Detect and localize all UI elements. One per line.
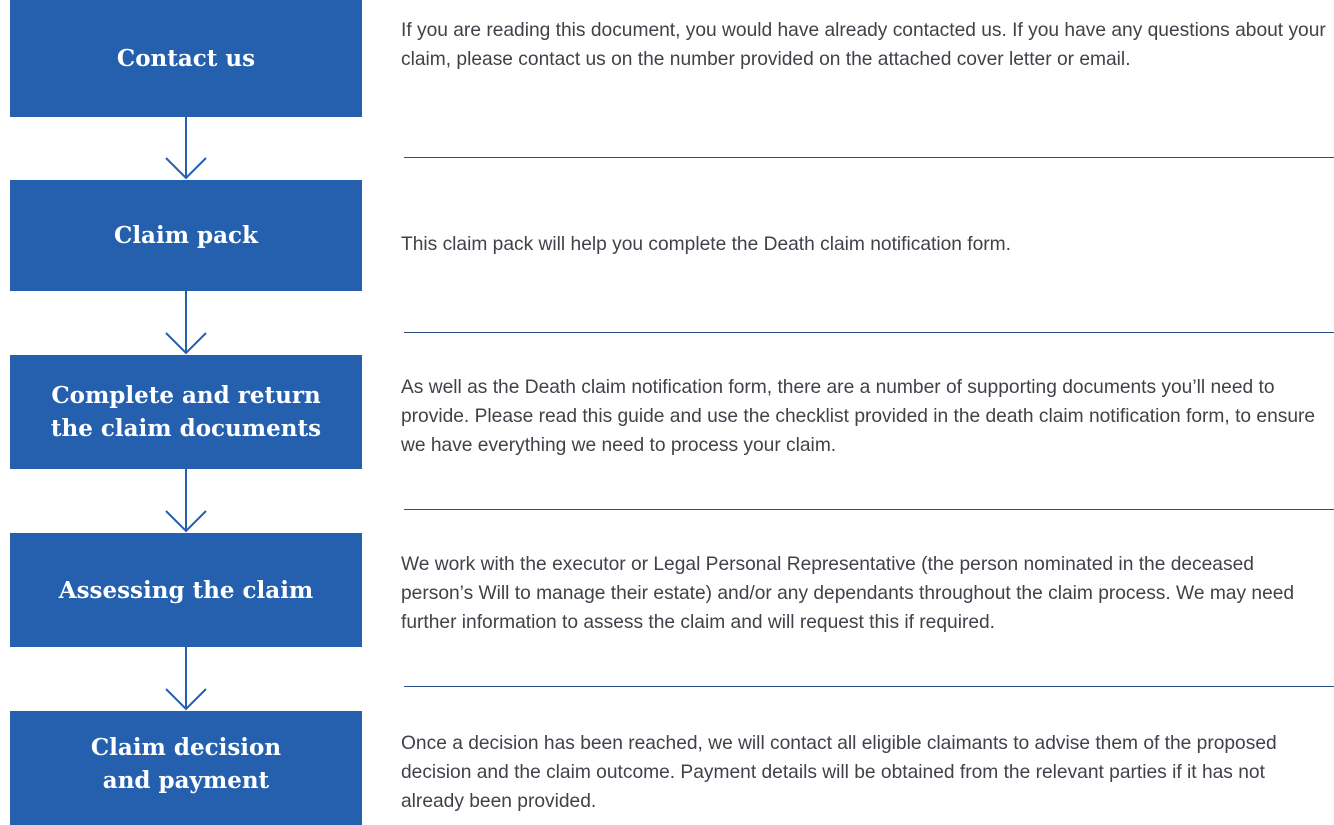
step-title-line-1: Complete and return [51, 382, 321, 409]
step-title-line-2: and payment [102, 767, 270, 794]
step-title-line-1: Claim decision [90, 734, 282, 761]
divider [404, 157, 1334, 158]
step-title-line-2: the claim documents [50, 415, 322, 442]
down-arrow-icon [165, 291, 207, 355]
step-title-line: Claim decision and payment [91, 731, 281, 797]
step-title: Contact us [116, 45, 256, 72]
step-title-line: Complete and return the claim documents [51, 379, 321, 445]
step-title: Assessing the claim [58, 576, 314, 604]
step-description-assessing-the-claim: We work with the executor or Legal Perso… [401, 554, 1295, 633]
down-arrow-icon [165, 469, 207, 533]
step-box-contact-us: Contact us [10, 0, 362, 117]
step-box-claim-decision: Claim decision and payment [10, 711, 362, 825]
divider [404, 332, 1334, 333]
step-description-claim-pack: This claim pack will help you complete t… [401, 234, 1011, 255]
step-box-claim-pack: Claim pack [10, 180, 362, 291]
step-description-contact-us: If you are reading this document, you wo… [401, 20, 1326, 70]
step-box-complete-and-return: Complete and return the claim documents [10, 355, 362, 469]
step-description-claim-decision: Once a decision has been reached, we wil… [401, 733, 1277, 812]
step-box-assessing-the-claim: Assessing the claim [10, 533, 362, 647]
step-description-complete-and-return: As well as the Death claim notification … [401, 377, 1316, 456]
divider [404, 686, 1334, 687]
divider [404, 509, 1334, 510]
down-arrow-icon [165, 116, 207, 180]
down-arrow-icon [165, 647, 207, 711]
step-title: Claim pack [114, 222, 258, 249]
